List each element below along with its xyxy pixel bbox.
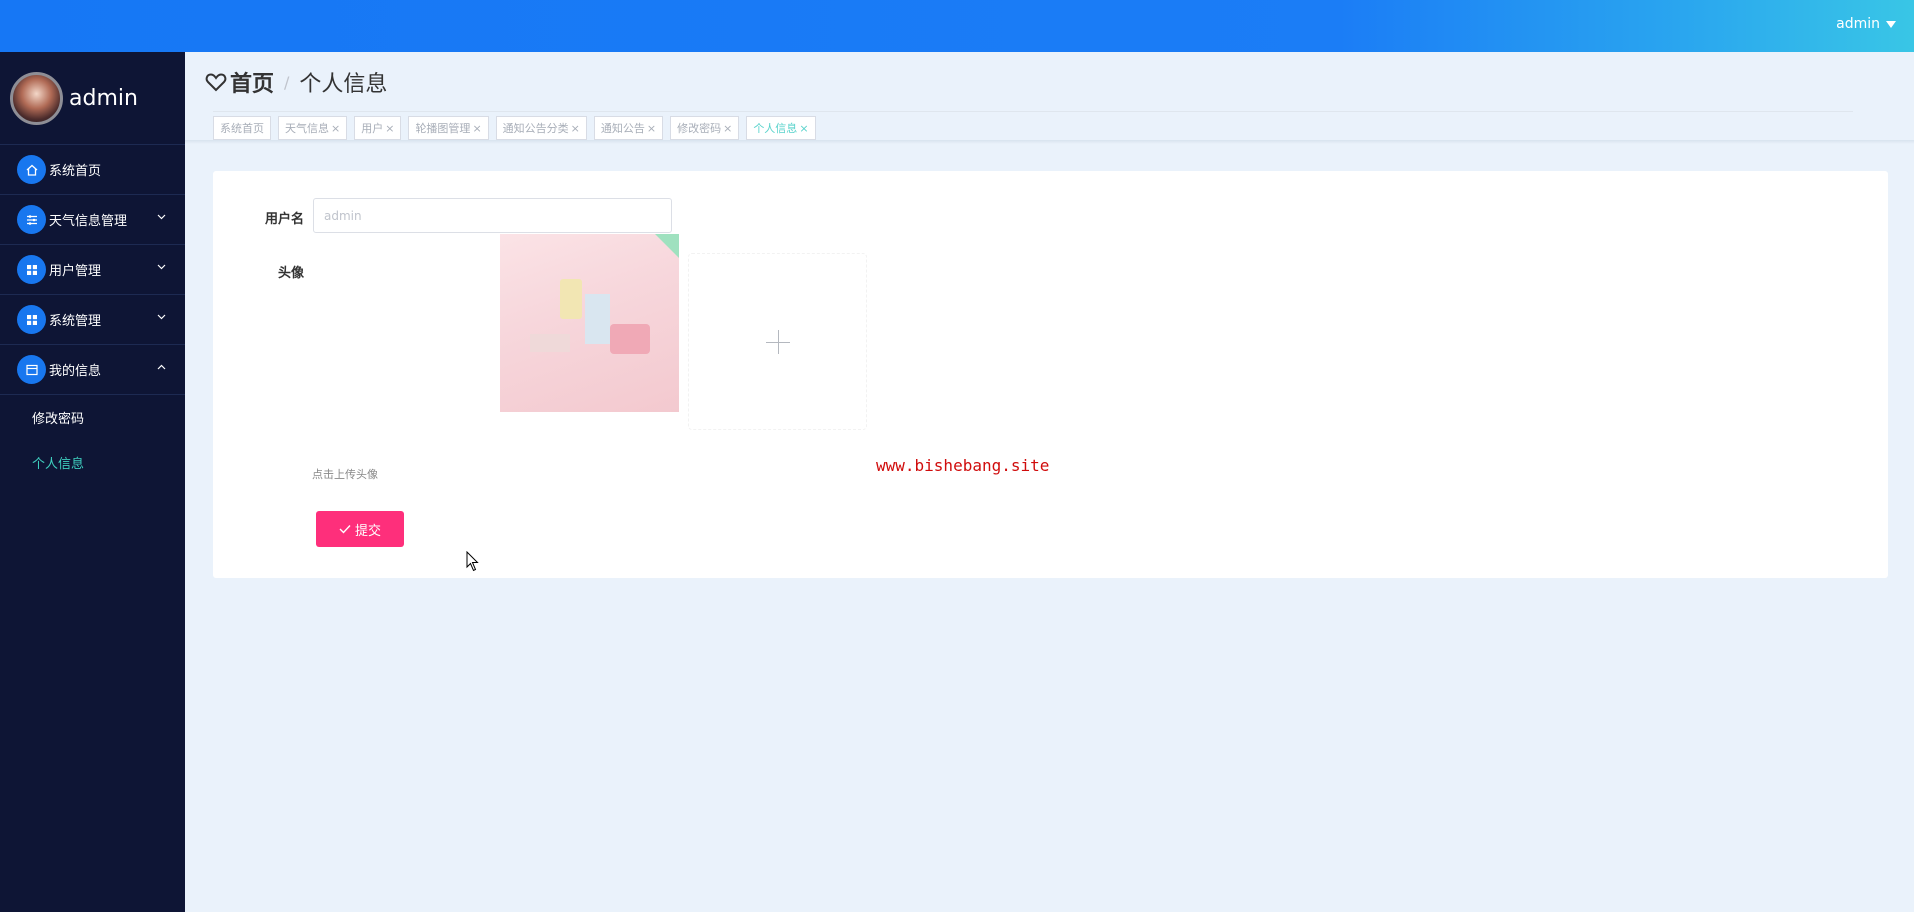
chevron-down-icon <box>157 214 166 220</box>
close-icon[interactable]: × <box>799 122 808 135</box>
sidebar-item-label: 系统首页 <box>49 164 102 179</box>
tabs-divider <box>185 140 1914 144</box>
top-bar: admin <box>0 0 1914 52</box>
grid-icon <box>17 305 46 334</box>
divider <box>213 111 1853 112</box>
panel-icon <box>17 355 46 384</box>
user-menu[interactable]: admin <box>1836 16 1896 32</box>
home-icon <box>17 155 46 184</box>
close-icon[interactable]: × <box>723 122 732 135</box>
avatar-label: 头像 <box>278 266 305 281</box>
mouse-cursor-icon <box>466 551 479 572</box>
avatar-upload-box[interactable] <box>688 253 867 430</box>
username-label: 用户名 <box>265 212 305 227</box>
sidebar-item-my-info[interactable]: 我的信息 <box>0 345 185 395</box>
tab-label: 系统首页 <box>220 122 264 135</box>
breadcrumb-current: 个人信息 <box>299 72 388 97</box>
grid-icon <box>17 255 46 284</box>
sidebar-subitem-change-password[interactable]: 修改密码 <box>0 395 185 440</box>
sidebar-profile: admin <box>0 52 185 145</box>
username-value: admin <box>324 208 362 223</box>
close-icon[interactable]: × <box>331 122 340 135</box>
tab-label: 轮播图管理 <box>415 122 471 135</box>
sliders-icon <box>17 205 46 234</box>
watermark: www.bishebang.site <box>876 456 1050 475</box>
sidebar-item-home[interactable]: 系统首页 <box>0 145 185 195</box>
tab-system-home[interactable]: 系统首页 <box>213 116 271 140</box>
tab-bar: 系统首页 天气信息 × 用户 × 轮播图管理 × 通知公告分类 × 通知公告 × 修改密码… <box>213 116 816 140</box>
caret-down-icon <box>1886 20 1896 28</box>
breadcrumb-home[interactable]: 首页 <box>230 66 274 98</box>
sidebar-subitem-label: 修改密码 <box>32 412 85 427</box>
breadcrumb: 首页 / 个人信息 <box>205 66 387 98</box>
tab-label: 天气信息 <box>285 122 329 135</box>
tab-notice-category[interactable]: 通知公告分类 × <box>495 116 587 140</box>
tab-label: 个人信息 <box>753 122 798 135</box>
submit-label: 提交 <box>354 523 381 539</box>
tab-carousel[interactable]: 轮播图管理 × <box>408 116 489 140</box>
submit-button[interactable]: 提交 <box>316 511 404 547</box>
close-icon[interactable]: × <box>472 122 481 135</box>
sidebar-item-label: 系统管理 <box>49 314 102 329</box>
tab-label: 通知公告 <box>600 122 645 135</box>
tab-change-password[interactable]: 修改密码 × <box>670 116 740 140</box>
username-field[interactable]: admin <box>313 198 672 233</box>
sidebar-item-label: 用户管理 <box>49 264 102 279</box>
sidebar: admin 系统首页 天气信息管理 用户管理 系统管理 我的信息 修改密码 个人… <box>0 52 185 912</box>
close-icon[interactable]: × <box>647 122 656 135</box>
upload-success-badge <box>655 234 679 258</box>
tab-label: 用户 <box>361 122 384 135</box>
sidebar-item-weather[interactable]: 天气信息管理 <box>0 195 185 245</box>
chevron-down-icon <box>157 314 166 320</box>
avatar-preview-image[interactable] <box>500 234 679 412</box>
profile-name: admin <box>69 85 138 111</box>
tab-weather[interactable]: 天气信息 × <box>278 116 348 140</box>
sidebar-item-users[interactable]: 用户管理 <box>0 245 185 295</box>
tab-label: 通知公告分类 <box>502 122 569 135</box>
user-name: admin <box>1836 16 1880 32</box>
breadcrumb-separator: / <box>284 72 290 92</box>
upload-hint: 点击上传头像 <box>312 468 378 481</box>
chevron-up-icon <box>157 364 166 370</box>
sidebar-subitem-label: 个人信息 <box>32 457 85 472</box>
tab-personal-info[interactable]: 个人信息 × <box>746 116 816 140</box>
avatar <box>10 71 63 125</box>
sidebar-item-system[interactable]: 系统管理 <box>0 295 185 345</box>
sidebar-item-label: 我的信息 <box>49 364 102 379</box>
tab-users[interactable]: 用户 × <box>354 116 402 140</box>
tab-notice[interactable]: 通知公告 × <box>593 116 664 140</box>
check-icon <box>339 525 351 534</box>
tab-label: 修改密码 <box>677 122 722 135</box>
close-icon[interactable]: × <box>571 122 580 135</box>
close-icon[interactable]: × <box>385 122 394 135</box>
sidebar-item-label: 天气信息管理 <box>49 214 128 229</box>
chevron-down-icon <box>157 264 166 270</box>
sidebar-subitem-personal-info[interactable]: 个人信息 <box>0 440 185 485</box>
heart-icon <box>205 73 227 92</box>
